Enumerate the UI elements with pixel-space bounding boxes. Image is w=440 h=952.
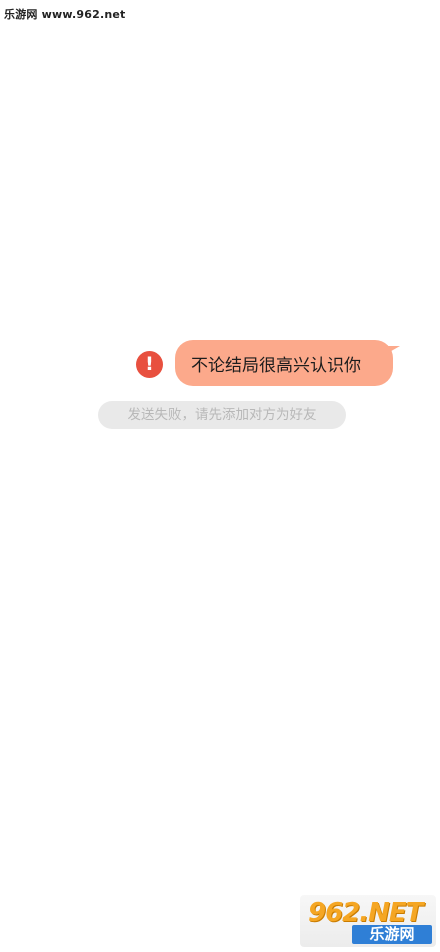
logo-site-name: 乐游网	[352, 925, 432, 944]
site-logo-watermark: 962.NET 乐游网	[300, 895, 436, 947]
logo-brand-text: 962.NET	[308, 898, 423, 928]
message-text: 不论结局很高兴认识你	[191, 355, 361, 376]
chat-area: ! 不论结局很高兴认识你 发送失败，请先添加对方为好友	[0, 0, 440, 952]
bubble-tail	[386, 346, 400, 354]
exclamation-icon[interactable]: !	[136, 351, 163, 378]
send-failed-notice: 发送失败，请先添加对方为好友	[98, 401, 346, 429]
sent-message-bubble[interactable]: 不论结局很高兴认识你	[175, 340, 393, 386]
